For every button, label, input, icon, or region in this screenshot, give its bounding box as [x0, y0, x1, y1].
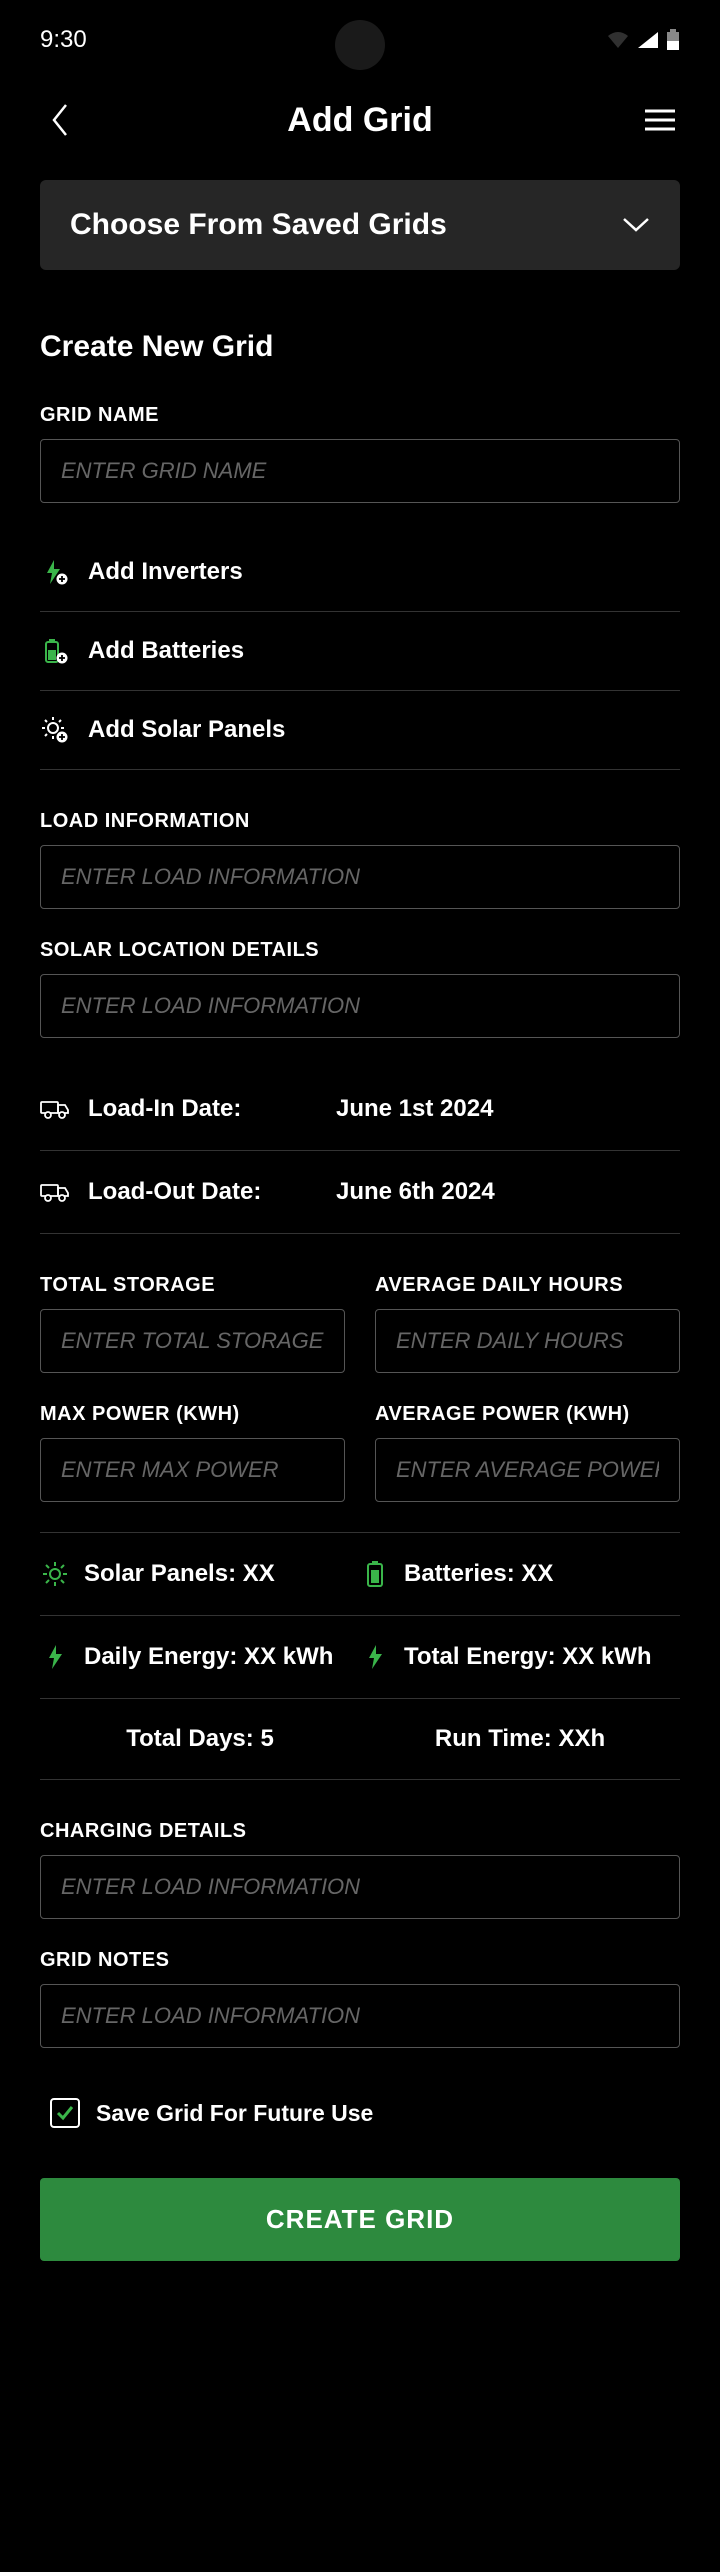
- grid-name-input[interactable]: [40, 439, 680, 503]
- chevron-left-icon: [50, 103, 70, 137]
- camera-cutout: [335, 20, 385, 70]
- wifi-icon: [606, 30, 630, 50]
- stat-daily-energy: Daily Energy: XX kWh: [40, 1616, 360, 1698]
- charging-details-field: CHARGING DETAILS: [40, 1820, 680, 1919]
- status-time: 9:30: [40, 26, 87, 54]
- stat-batteries-text: Batteries: XX: [404, 1560, 553, 1588]
- charging-details-label: CHARGING DETAILS: [40, 1820, 680, 1843]
- bolt-plus-icon: [40, 557, 70, 587]
- page-title: Add Grid: [287, 101, 432, 140]
- stat-total-days: Total Days: 5: [40, 1699, 360, 1779]
- solar-location-input[interactable]: [40, 974, 680, 1038]
- menu-button[interactable]: [640, 100, 680, 140]
- load-in-value: June 1st 2024: [336, 1095, 493, 1123]
- stats-summary: Solar Panels: XX Batteries: XX Daily Ene…: [40, 1532, 680, 1780]
- daily-hours-input[interactable]: [375, 1309, 680, 1373]
- hamburger-icon: [645, 108, 675, 132]
- total-storage-field: TOTAL STORAGE: [40, 1274, 345, 1373]
- add-solar-label: Add Solar Panels: [88, 716, 285, 744]
- load-info-field: LOAD INFORMATION: [40, 810, 680, 909]
- add-inverters-label: Add Inverters: [88, 558, 243, 586]
- avg-power-field: AVERAGE POWER (KWH): [375, 1403, 680, 1502]
- load-info-input[interactable]: [40, 845, 680, 909]
- signal-icon: [636, 30, 660, 50]
- load-out-date-row[interactable]: Load-Out Date: June 6th 2024: [40, 1151, 680, 1234]
- grid-notes-label: GRID NOTES: [40, 1949, 680, 1972]
- stat-batteries: Batteries: XX: [360, 1533, 680, 1615]
- grid-notes-field: GRID NOTES: [40, 1949, 680, 2048]
- total-storage-label: TOTAL STORAGE: [40, 1274, 345, 1297]
- load-in-date-row[interactable]: Load-In Date: June 1st 2024: [40, 1068, 680, 1151]
- add-inverters-row[interactable]: Add Inverters: [40, 533, 680, 612]
- stat-run-time-text: Run Time: XXh: [435, 1725, 605, 1753]
- stat-total-energy: Total Energy: XX kWh: [360, 1616, 680, 1698]
- stat-daily-energy-text: Daily Energy: XX kWh: [84, 1643, 333, 1671]
- load-info-label: LOAD INFORMATION: [40, 810, 680, 833]
- app-header: Add Grid: [0, 70, 720, 180]
- saved-grids-dropdown[interactable]: Choose From Saved Grids: [40, 180, 680, 270]
- stat-total-days-text: Total Days: 5: [126, 1725, 274, 1753]
- avg-power-input[interactable]: [375, 1438, 680, 1502]
- storage-hours-row: TOTAL STORAGE AVERAGE DAILY HOURS: [40, 1274, 680, 1373]
- sun-plus-icon: [40, 715, 70, 745]
- save-grid-label: Save Grid For Future Use: [96, 2100, 373, 2127]
- max-power-label: MAX POWER (KWH): [40, 1403, 345, 1426]
- max-power-field: MAX POWER (KWH): [40, 1403, 345, 1502]
- battery-icon: [360, 1559, 390, 1589]
- battery-icon: [666, 29, 680, 51]
- stat-total-energy-text: Total Energy: XX kWh: [404, 1643, 652, 1671]
- sun-icon: [40, 1559, 70, 1589]
- saved-grids-label: Choose From Saved Grids: [70, 208, 447, 242]
- chevron-down-icon: [622, 217, 650, 233]
- save-grid-checkbox[interactable]: [50, 2098, 80, 2128]
- grid-name-label: GRID NAME: [40, 404, 680, 427]
- status-bar: 9:30: [0, 0, 720, 70]
- add-batteries-row[interactable]: Add Batteries: [40, 612, 680, 691]
- daily-hours-label: AVERAGE DAILY HOURS: [375, 1274, 680, 1297]
- save-grid-checkbox-row[interactable]: Save Grid For Future Use: [40, 2078, 680, 2148]
- add-batteries-label: Add Batteries: [88, 637, 244, 665]
- status-icons: [606, 29, 680, 51]
- avg-power-label: AVERAGE POWER (KWH): [375, 1403, 680, 1426]
- battery-plus-icon: [40, 636, 70, 666]
- grid-name-field: GRID NAME: [40, 404, 680, 503]
- grid-notes-input[interactable]: [40, 1984, 680, 2048]
- charging-details-input[interactable]: [40, 1855, 680, 1919]
- stat-solar-panels: Solar Panels: XX: [40, 1533, 360, 1615]
- load-out-value: June 6th 2024: [336, 1178, 495, 1206]
- create-grid-button[interactable]: CREATE GRID: [40, 2178, 680, 2261]
- back-button[interactable]: [40, 100, 80, 140]
- daily-hours-field: AVERAGE DAILY HOURS: [375, 1274, 680, 1373]
- load-in-label: Load-In Date:: [88, 1095, 318, 1123]
- solar-location-label: SOLAR LOCATION DETAILS: [40, 939, 680, 962]
- add-solar-row[interactable]: Add Solar Panels: [40, 691, 680, 770]
- power-row: MAX POWER (KWH) AVERAGE POWER (KWH): [40, 1403, 680, 1502]
- solar-location-field: SOLAR LOCATION DETAILS: [40, 939, 680, 1038]
- bolt-icon: [360, 1642, 390, 1672]
- bolt-icon: [40, 1642, 70, 1672]
- truck-out-icon: [40, 1177, 70, 1207]
- stat-run-time: Run Time: XXh: [360, 1699, 680, 1779]
- max-power-input[interactable]: [40, 1438, 345, 1502]
- checkmark-icon: [55, 2103, 75, 2123]
- truck-in-icon: [40, 1094, 70, 1124]
- load-out-label: Load-Out Date:: [88, 1178, 318, 1206]
- total-storage-input[interactable]: [40, 1309, 345, 1373]
- stat-solar-panels-text: Solar Panels: XX: [84, 1560, 275, 1588]
- section-title: Create New Grid: [40, 330, 680, 364]
